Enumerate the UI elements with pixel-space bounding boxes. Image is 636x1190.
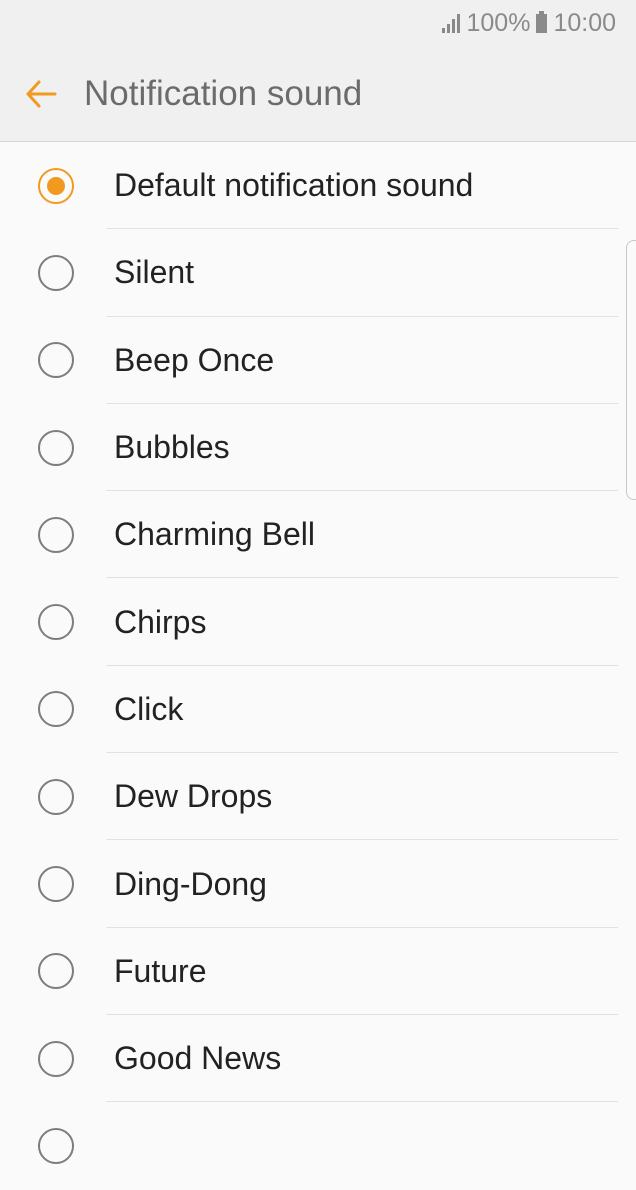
- radio-unchecked-icon[interactable]: [38, 342, 74, 379]
- page-title: Notification sound: [84, 73, 363, 113]
- clock: 10:00: [553, 8, 616, 37]
- radio-unchecked-icon[interactable]: [38, 1127, 74, 1164]
- radio-unchecked-icon[interactable]: [38, 778, 74, 815]
- signal-icon: [442, 13, 461, 33]
- list-item-label: Ding-Dong: [114, 865, 267, 902]
- list-item[interactable]: Ding-Dong: [0, 840, 636, 928]
- list-item-label: Charming Bell: [114, 516, 315, 553]
- list-item-label: Chirps: [114, 603, 207, 640]
- list-item[interactable]: Charming Bell: [0, 491, 636, 579]
- list-item[interactable]: Silent: [0, 229, 636, 317]
- list-item-label: Good News: [114, 1040, 282, 1077]
- radio-unchecked-icon[interactable]: [38, 866, 74, 903]
- app-bar: Notification sound: [0, 46, 636, 142]
- back-arrow-icon: [26, 80, 57, 107]
- radio-unchecked-icon[interactable]: [38, 604, 74, 641]
- list-item[interactable]: Default notification sound: [0, 142, 636, 230]
- list-item[interactable]: Chirps: [0, 578, 636, 666]
- radio-unchecked-icon[interactable]: [38, 1040, 74, 1077]
- list-item[interactable]: Dew Drops: [0, 753, 636, 841]
- list-item[interactable]: Click: [0, 666, 636, 754]
- radio-checked-icon[interactable]: [38, 167, 74, 204]
- back-button[interactable]: [0, 46, 84, 142]
- list-item[interactable]: Future: [0, 928, 636, 1015]
- list-item[interactable]: [0, 1102, 636, 1189]
- radio-unchecked-icon[interactable]: [38, 691, 74, 728]
- list-item-label: Default notification sound: [114, 167, 474, 204]
- status-bar: 100% 10:00: [0, 0, 636, 46]
- radio-unchecked-icon[interactable]: [38, 254, 74, 291]
- list-item[interactable]: Good News: [0, 1015, 636, 1103]
- sound-list: Default notification sound Silent Beep Onc…: [0, 142, 636, 1190]
- scrollbar[interactable]: [626, 240, 636, 500]
- list-item[interactable]: Bubbles: [0, 404, 636, 492]
- list-item-label: Dew Drops: [114, 778, 273, 815]
- radio-unchecked-icon[interactable]: [38, 516, 74, 553]
- battery-icon: [536, 10, 548, 33]
- list-item-label: Click: [114, 690, 184, 727]
- list-item-label: Bubbles: [114, 429, 230, 466]
- list-item-label: Future: [114, 952, 207, 989]
- battery-percent: 100%: [466, 8, 531, 37]
- radio-unchecked-icon[interactable]: [38, 953, 74, 990]
- list-item-label: Beep Once: [114, 341, 275, 378]
- list-item[interactable]: Beep Once: [0, 317, 636, 404]
- radio-unchecked-icon[interactable]: [38, 429, 74, 466]
- list-item-label: Silent: [114, 254, 195, 291]
